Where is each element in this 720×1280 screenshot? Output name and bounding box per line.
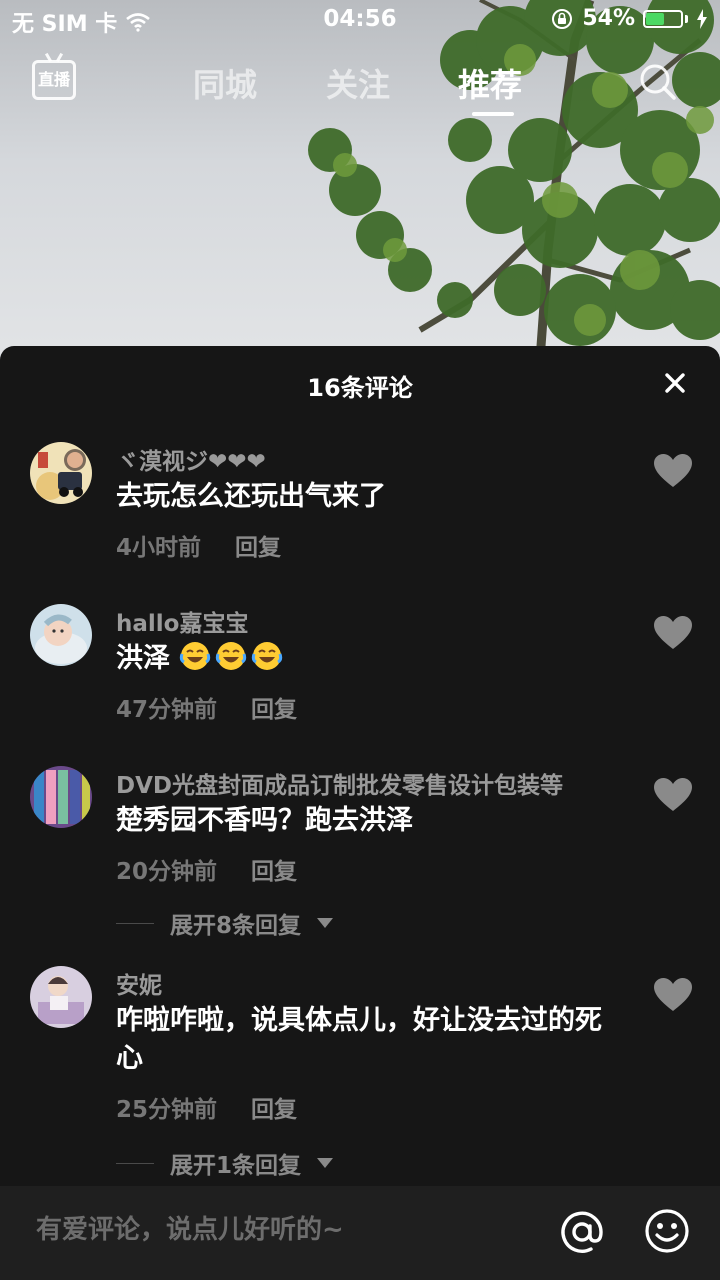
comment-meta: 47分钟前 回复 <box>116 690 297 724</box>
comment-text: 楚秀园不香吗？跑去洪泽 <box>116 805 413 836</box>
expand-replies-button[interactable]: 展开1条回复 <box>116 1146 334 1180</box>
comment-text: 洪泽 <box>116 640 626 678</box>
comments-count-title: 16条评论 <box>307 374 413 402</box>
caret-down-icon <box>317 1158 334 1168</box>
expand-divider <box>116 922 154 924</box>
search-icon[interactable] <box>638 62 678 102</box>
comment-meta: 25分钟前 回复 <box>116 1090 297 1124</box>
avatar-image <box>30 966 92 1028</box>
expand-replies-label: 展开1条回复 <box>170 1153 302 1179</box>
at-mention-icon[interactable] <box>558 1208 606 1256</box>
tab-recommended[interactable]: 推荐 <box>458 60 522 106</box>
battery-level <box>646 12 664 25</box>
comment-time: 20分钟前 <box>116 859 218 885</box>
avatar[interactable] <box>30 442 92 504</box>
active-tab-indicator <box>472 112 514 116</box>
live-icon-label: 直播 <box>37 70 70 89</box>
battery-percent: 54% <box>582 6 635 31</box>
heart-icon[interactable] <box>654 454 692 488</box>
status-bar: 无 SIM 卡 04:56 54% <box>0 0 720 40</box>
battery-icon <box>643 9 683 28</box>
orientation-lock-icon <box>552 8 573 29</box>
tab-local[interactable]: 同城 <box>193 60 257 106</box>
charging-icon <box>697 8 707 29</box>
expand-replies-button[interactable]: 展开8条回复 <box>116 906 334 940</box>
comment-time: 4小时前 <box>116 535 202 561</box>
expand-replies-label: 展开8条回复 <box>170 913 302 939</box>
avatar[interactable] <box>30 766 92 828</box>
expand-divider <box>116 1162 154 1164</box>
avatar-image <box>30 766 92 828</box>
reply-button[interactable]: 回复 <box>251 1090 297 1124</box>
live-button[interactable]: 直播 <box>32 60 76 100</box>
battery-cap <box>685 14 688 23</box>
close-icon[interactable] <box>664 372 686 394</box>
reply-button[interactable]: 回复 <box>251 690 297 724</box>
caret-down-icon <box>317 918 334 928</box>
heart-icon[interactable] <box>654 778 692 812</box>
crying-laughing-emoji-icon <box>252 642 283 670</box>
comments-header: 16条评论 <box>0 346 720 420</box>
comment-username[interactable]: 安妮 <box>116 966 162 1000</box>
comment-meta: 20分钟前 回复 <box>116 852 297 886</box>
status-right: 54% <box>550 6 708 31</box>
avatar[interactable] <box>30 966 92 1028</box>
tab-following[interactable]: 关注 <box>326 60 390 106</box>
emoji-smile-icon[interactable] <box>644 1208 690 1254</box>
comment-username[interactable]: hallo嘉宝宝 <box>116 604 248 638</box>
reply-button[interactable]: 回复 <box>235 528 281 562</box>
heart-icon[interactable] <box>654 616 692 650</box>
comment-text: 咋啦咋啦，说具体点儿，好让没去过的死心 <box>116 1005 602 1074</box>
comment-input[interactable] <box>34 1214 518 1246</box>
avatar-image <box>30 604 92 666</box>
comment-input-bar <box>0 1186 720 1280</box>
comment-time: 47分钟前 <box>116 697 218 723</box>
avatar-image <box>30 442 92 504</box>
comment-text: 去玩怎么还玩出气来了 <box>116 481 386 512</box>
reply-button[interactable]: 回复 <box>251 852 297 886</box>
crying-laughing-emoji-icon <box>216 642 247 670</box>
avatar[interactable] <box>30 604 92 666</box>
comment-meta: 4小时前 回复 <box>116 528 281 562</box>
comment-username[interactable]: DVD光盘封面成品订制批发零售设计包装等 <box>116 766 563 800</box>
top-nav: 直播 同城 关注 推荐 <box>0 52 720 122</box>
comment-time: 25分钟前 <box>116 1097 218 1123</box>
heart-icon[interactable] <box>654 978 692 1012</box>
comments-sheet: 16条评论 ヾ漠视ジ❤❤❤ 去玩怎么还玩出气来了 4小时前 回复 hallo嘉宝… <box>0 346 720 1280</box>
comment-text-content: 洪泽 <box>116 643 170 674</box>
comment-username[interactable]: ヾ漠视ジ❤❤❤ <box>116 442 266 476</box>
crying-laughing-emoji-icon <box>180 642 211 670</box>
